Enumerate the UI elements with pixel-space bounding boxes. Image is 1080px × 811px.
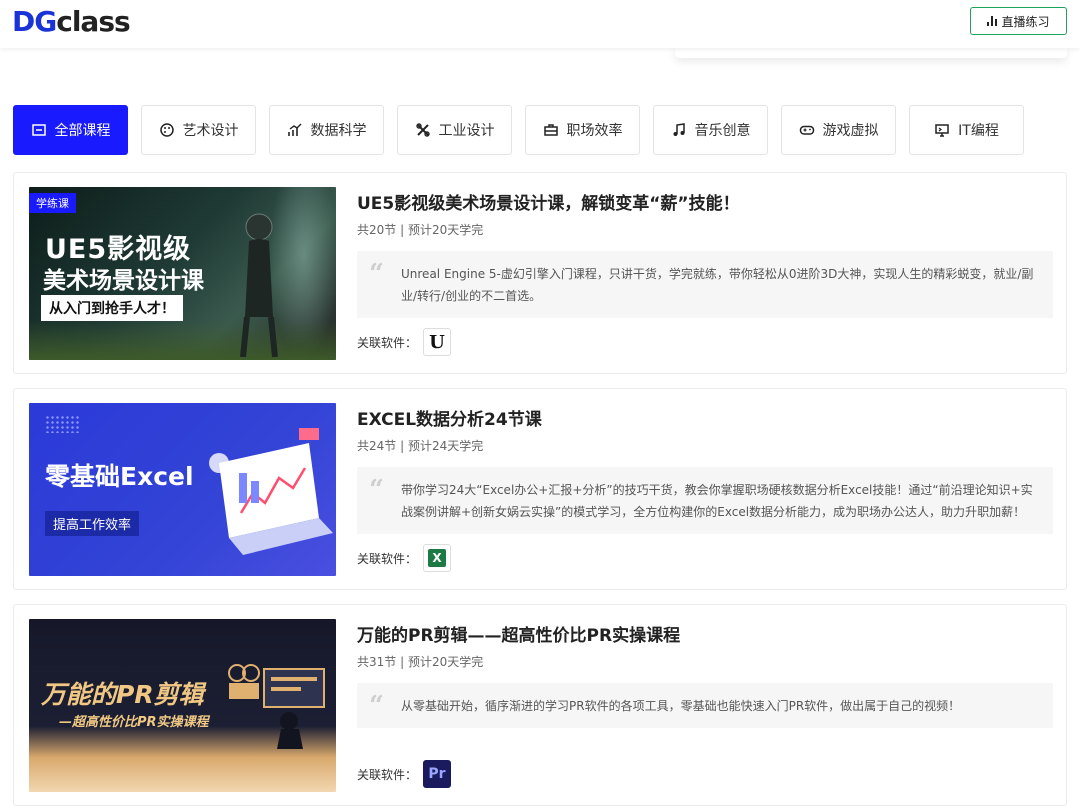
- premiere-pro-icon[interactable]: Pr: [423, 760, 452, 788]
- course-title[interactable]: UE5影视级美术场景设计课，解锁变革“薪”技能！: [357, 189, 740, 214]
- dgclass-logo[interactable]: DGclass: [12, 6, 131, 38]
- laptop-chart-illustration: [209, 428, 333, 555]
- course-type-badge: 学练课: [29, 193, 76, 213]
- gamepad-icon: [799, 122, 815, 138]
- course-thumbnail[interactable]: 万能的PR剪辑 —超高性价比PR实操课程: [29, 619, 336, 792]
- monitor-icon: [934, 122, 950, 138]
- related-software: 关联软件： U: [357, 328, 452, 356]
- quote-icon: “: [369, 259, 384, 289]
- briefcase-icon: [543, 122, 559, 138]
- tab-workplace-efficiency[interactable]: 职场效率: [525, 105, 640, 155]
- category-tabs: 全部课程 艺术设计 数据科学 工业设计 职场效率 音乐创意 游戏虚拟 IT编程: [13, 105, 1024, 155]
- course-thumbnail[interactable]: 零基础Excel 提高工作效率: [29, 403, 336, 576]
- course-thumbnail[interactable]: 学练课 UE5影视级 美术场景设计课 从入门到抢手人才！: [29, 187, 336, 360]
- editing-desk-illustration: [228, 664, 325, 749]
- tab-data-science[interactable]: 数据科学: [269, 105, 384, 155]
- tab-all-courses[interactable]: 全部课程: [13, 105, 128, 155]
- astronaut-figure: [240, 213, 278, 357]
- tab-industrial-design[interactable]: 工业设计: [397, 105, 512, 155]
- course-meta: 共24节 | 预计24天学完: [357, 439, 484, 453]
- unreal-engine-icon[interactable]: U: [423, 328, 452, 356]
- quote-icon: “: [369, 475, 384, 505]
- course-description: “ 从零基础开始，循序渐进的学习PR软件的各项工具，零基础也能快速入门PR软件，…: [357, 683, 1053, 728]
- course-meta: 共31节 | 预计20天学完: [357, 655, 484, 669]
- course-description: “ Unreal Engine 5-虚幻引擎入门课程，只讲干货，学完就练，带你轻…: [357, 251, 1053, 318]
- chart-up-icon: [287, 122, 303, 138]
- course-title[interactable]: EXCEL数据分析24节课: [357, 405, 542, 430]
- inbox-icon: [31, 122, 47, 138]
- excel-icon[interactable]: X: [423, 544, 452, 572]
- course-card-excel[interactable]: 零基础Excel 提高工作效率 EXCEL数据分析24节课 共24节 | 预计2…: [13, 388, 1067, 590]
- course-description: “ 带你学习24大“Excel办公+汇报+分析”的技巧干货，教会你掌握职场硬核数…: [357, 467, 1053, 534]
- course-title[interactable]: 万能的PR剪辑——超高性价比PR实操课程: [357, 621, 680, 646]
- live-practice-button[interactable]: 直播练习: [970, 7, 1067, 35]
- related-software: 关联软件： X: [357, 544, 452, 572]
- palette-icon: [159, 122, 175, 138]
- bar-chart-icon: [987, 16, 998, 26]
- course-card-pr[interactable]: 万能的PR剪辑 —超高性价比PR实操课程 万能的PR剪辑——超高性价比PR实操课…: [13, 604, 1067, 806]
- course-meta: 共20节 | 预计20天学完: [357, 223, 484, 237]
- tab-art-design[interactable]: 艺术设计: [141, 105, 256, 155]
- tab-game-virtual[interactable]: 游戏虚拟: [781, 105, 896, 155]
- tools-icon: [415, 122, 431, 138]
- quote-icon: “: [369, 691, 384, 721]
- tab-music-creative[interactable]: 音乐创意: [653, 105, 768, 155]
- tab-it-programming[interactable]: IT编程: [909, 105, 1024, 155]
- course-card-ue5[interactable]: 学练课 UE5影视级 美术场景设计课 从入门到抢手人才！ UE5影视级美术场景设…: [13, 172, 1067, 374]
- related-software: 关联软件： Pr: [357, 760, 452, 788]
- site-header: DGclass 直播练习: [0, 0, 1080, 48]
- music-note-icon: [671, 122, 687, 138]
